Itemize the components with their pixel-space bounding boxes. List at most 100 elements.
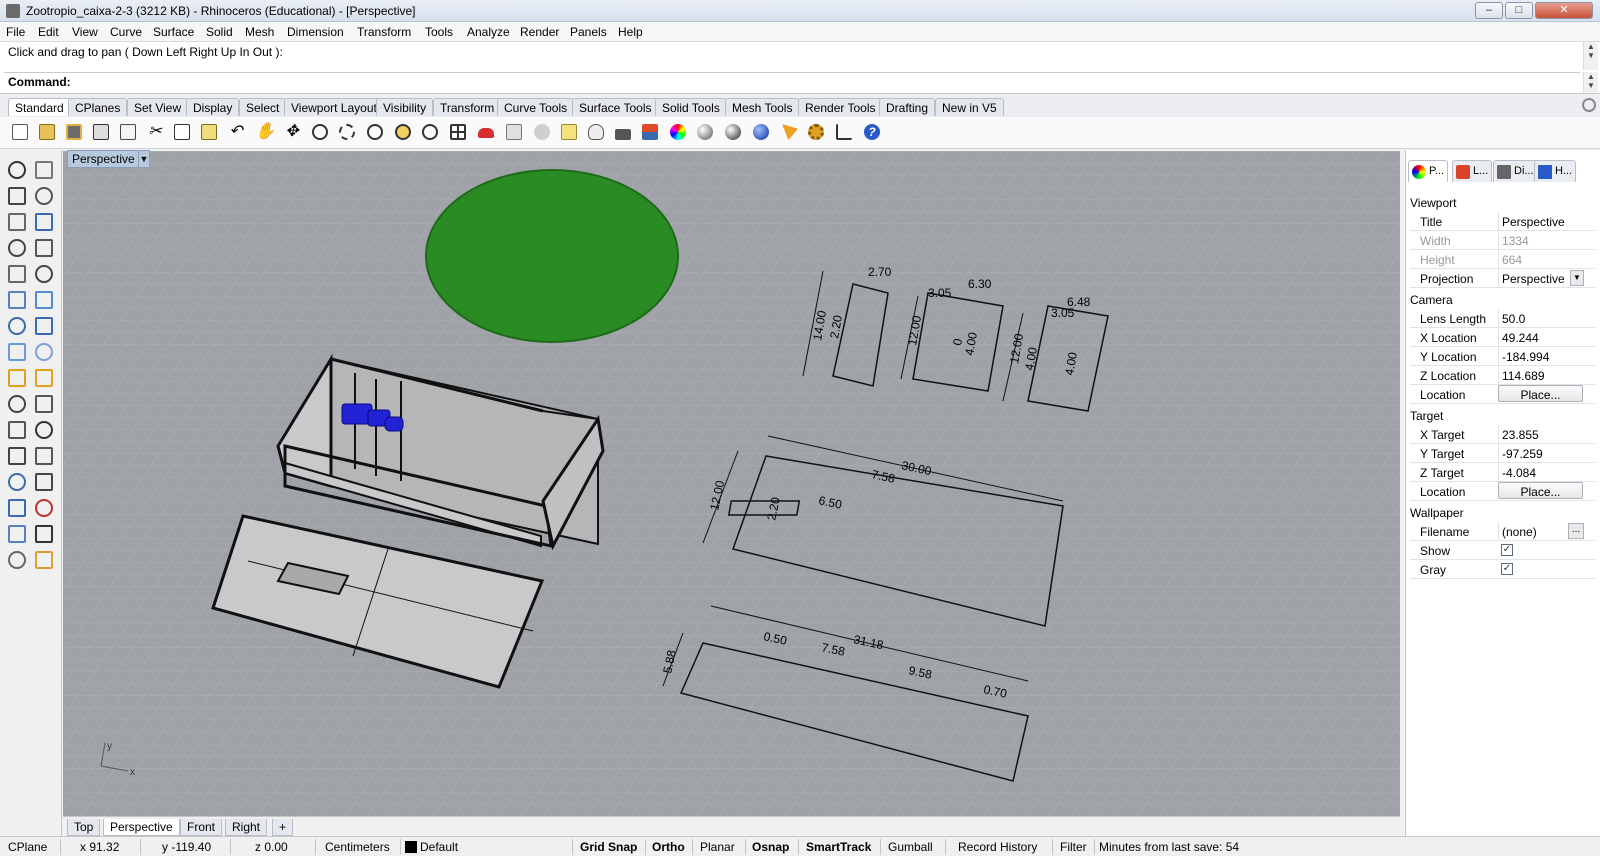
- cylinder-icon[interactable]: [5, 340, 29, 364]
- tab-solid-tools[interactable]: Solid Tools: [655, 98, 727, 116]
- save-icon[interactable]: [62, 120, 86, 144]
- menu-tools[interactable]: Tools: [425, 25, 453, 39]
- menu-edit[interactable]: Edit: [38, 25, 59, 39]
- light-bulb-icon[interactable]: [584, 120, 608, 144]
- toolbar-options-gear-icon[interactable]: [1582, 98, 1596, 112]
- menu-curve[interactable]: Curve: [110, 25, 142, 39]
- history-scrollbar[interactable]: ▲ ▼: [1583, 42, 1598, 70]
- tab-drafting[interactable]: Drafting: [879, 98, 936, 116]
- tab-render-tools[interactable]: Render Tools: [798, 98, 883, 116]
- osnap-toggle[interactable]: Osnap: [752, 840, 789, 854]
- orient-icon[interactable]: [32, 418, 56, 442]
- text-icon[interactable]: [5, 470, 29, 494]
- paste-icon[interactable]: [197, 120, 221, 144]
- menu-view[interactable]: View: [72, 25, 98, 39]
- cplane-icon[interactable]: [832, 120, 856, 144]
- menu-surface[interactable]: Surface: [153, 25, 194, 39]
- help-icon[interactable]: ?: [860, 120, 884, 144]
- undo-icon[interactable]: ↶: [224, 120, 248, 144]
- box-icon[interactable]: [5, 314, 29, 338]
- show-checkbox[interactable]: ✓: [1501, 544, 1513, 556]
- rotate-view-icon[interactable]: ✥: [280, 120, 304, 144]
- extend-icon[interactable]: [32, 444, 56, 468]
- filter-toggle[interactable]: Filter: [1060, 840, 1087, 854]
- car-shaded-icon[interactable]: [530, 120, 554, 144]
- ghost-sphere-icon[interactable]: [721, 120, 745, 144]
- copy-icon[interactable]: [170, 120, 194, 144]
- command-scrollbar[interactable]: ▲ ▼: [1583, 72, 1598, 93]
- x-location-field[interactable]: 49.244: [1498, 328, 1583, 346]
- title-field[interactable]: Perspective: [1498, 212, 1583, 230]
- menu-help[interactable]: Help: [618, 25, 643, 39]
- projection-dropdown-icon[interactable]: ▼: [1570, 270, 1584, 286]
- menu-dimension[interactable]: Dimension: [287, 25, 344, 39]
- mesh-plane-icon[interactable]: [32, 340, 56, 364]
- gear-points-icon[interactable]: [5, 366, 29, 390]
- view-tab-top[interactable]: Top: [67, 819, 101, 836]
- pan-icon[interactable]: ✋: [251, 120, 275, 144]
- point-icon[interactable]: [32, 158, 56, 182]
- new-file-icon[interactable]: [8, 120, 32, 144]
- rotate-icon[interactable]: [32, 548, 56, 572]
- view-tab-right[interactable]: Right: [225, 819, 268, 836]
- boolean-icon[interactable]: [5, 418, 29, 442]
- circle-icon[interactable]: [5, 210, 29, 234]
- shade-sphere-icon[interactable]: [693, 120, 717, 144]
- tab-transform[interactable]: Transform: [433, 98, 502, 116]
- tab-surface-tools[interactable]: Surface Tools: [572, 98, 659, 116]
- check-icon[interactable]: [32, 522, 56, 546]
- car-render-icon[interactable]: [474, 120, 498, 144]
- add-view-tab-button[interactable]: +: [272, 819, 294, 836]
- tab-select[interactable]: Select: [239, 98, 287, 116]
- color-wheel-icon[interactable]: [666, 120, 690, 144]
- tab-curve-tools[interactable]: Curve Tools: [497, 98, 575, 116]
- close-button[interactable]: ✕: [1535, 2, 1593, 19]
- panel-tab-help[interactable]: H...: [1534, 160, 1577, 182]
- tab-mesh-tools[interactable]: Mesh Tools: [725, 98, 800, 116]
- surface-icon[interactable]: [5, 288, 29, 312]
- four-viewports-icon[interactable]: [446, 120, 470, 144]
- zoom-window-icon[interactable]: [335, 120, 359, 144]
- grid-snap-toggle[interactable]: Grid Snap: [580, 840, 637, 854]
- open-file-icon[interactable]: [35, 120, 59, 144]
- planar-toggle[interactable]: Planar: [700, 840, 735, 854]
- import-icon[interactable]: [116, 120, 140, 144]
- z-location-field[interactable]: 114.689: [1498, 366, 1583, 384]
- browse-file-button[interactable]: ...: [1568, 523, 1584, 539]
- menu-file[interactable]: File: [6, 25, 25, 39]
- analyze-icon[interactable]: [5, 522, 29, 546]
- tab-standard[interactable]: Standard: [8, 98, 71, 116]
- revolve-icon[interactable]: [32, 288, 56, 312]
- block-manager-icon[interactable]: [502, 120, 526, 144]
- perspective-viewport[interactable]: 2.70 14.00 2.20 6.30 3.05 12.00 0 4.00 6…: [63, 151, 1400, 816]
- fillet-icon[interactable]: [32, 262, 56, 286]
- tab-cplanes[interactable]: CPlanes: [68, 98, 128, 116]
- tab-new-in-v5[interactable]: New in V5: [935, 98, 1004, 116]
- menu-transform[interactable]: Transform: [357, 25, 411, 39]
- curve-icon[interactable]: [32, 184, 56, 208]
- scale-icon[interactable]: [32, 496, 56, 520]
- menu-render[interactable]: Render: [520, 25, 559, 39]
- cut-icon[interactable]: ✂: [143, 120, 167, 144]
- camera-place-button[interactable]: Place...: [1498, 385, 1583, 402]
- arc-icon[interactable]: [5, 236, 29, 260]
- record-history-toggle[interactable]: Record History: [958, 840, 1037, 854]
- zoom-icon[interactable]: [308, 120, 332, 144]
- menu-solid[interactable]: Solid: [206, 25, 233, 39]
- move-icon[interactable]: [5, 548, 29, 572]
- ellipse-icon[interactable]: [32, 210, 56, 234]
- print-icon[interactable]: [89, 120, 113, 144]
- panel-tab-layers[interactable]: L...: [1452, 160, 1493, 182]
- render-sphere-icon[interactable]: [749, 120, 773, 144]
- panel-tab-properties[interactable]: P...: [1408, 160, 1449, 182]
- rotate-camera-icon[interactable]: [418, 120, 442, 144]
- ortho-toggle[interactable]: Ortho: [652, 840, 685, 854]
- array-icon[interactable]: [5, 496, 29, 520]
- split-icon[interactable]: [5, 392, 29, 416]
- y-target-field[interactable]: -97.259: [1498, 444, 1583, 462]
- y-location-field[interactable]: -184.994: [1498, 347, 1583, 365]
- dimension-icon[interactable]: [32, 470, 56, 494]
- osnap-icon[interactable]: [557, 120, 581, 144]
- layer-icon[interactable]: [638, 120, 662, 144]
- explode-icon[interactable]: [32, 366, 56, 390]
